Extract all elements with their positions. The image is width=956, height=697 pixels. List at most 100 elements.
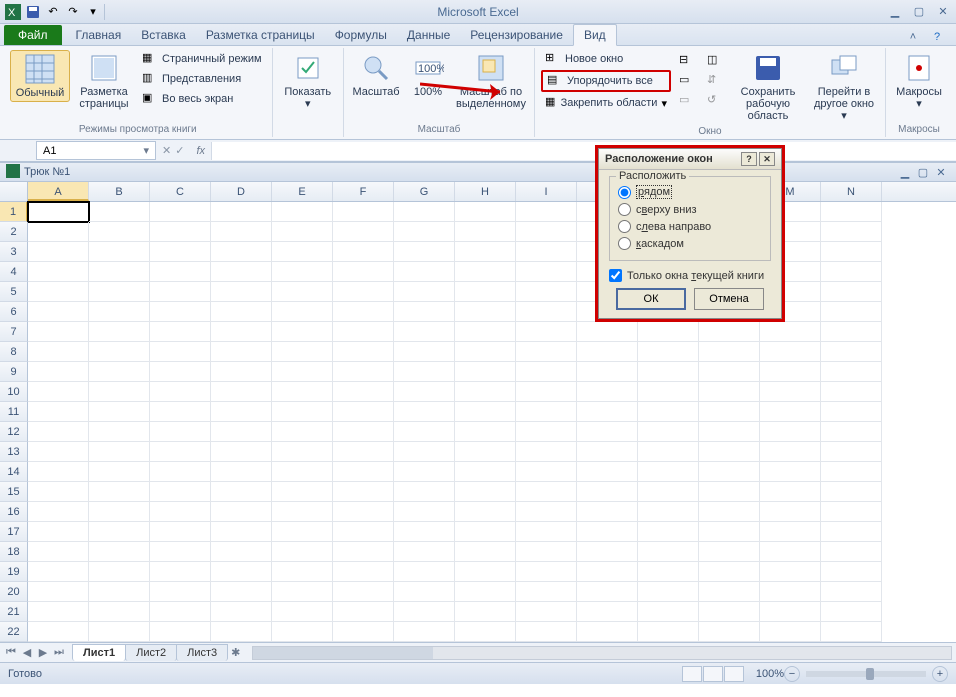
cell[interactable] (516, 562, 577, 582)
cell[interactable] (821, 342, 882, 362)
row-head-2[interactable]: 2 (0, 222, 28, 242)
row-head-11[interactable]: 11 (0, 402, 28, 422)
cell[interactable] (760, 382, 821, 402)
cell[interactable] (577, 382, 638, 402)
cell[interactable] (699, 342, 760, 362)
cell[interactable] (821, 442, 882, 462)
cell[interactable] (211, 482, 272, 502)
row-head-3[interactable]: 3 (0, 242, 28, 262)
cell[interactable] (150, 202, 211, 222)
radio-horizontal[interactable]: сверху вниз (618, 201, 762, 218)
cell[interactable] (28, 342, 89, 362)
cell[interactable] (333, 462, 394, 482)
cell[interactable] (150, 302, 211, 322)
cell[interactable] (394, 462, 455, 482)
row-head-10[interactable]: 10 (0, 382, 28, 402)
zoom-in-icon[interactable]: + (932, 666, 948, 682)
cell[interactable] (577, 402, 638, 422)
cell[interactable] (577, 322, 638, 342)
cell[interactable] (394, 562, 455, 582)
cell[interactable] (455, 322, 516, 342)
cell[interactable] (28, 562, 89, 582)
cell[interactable] (516, 202, 577, 222)
cell[interactable] (150, 362, 211, 382)
tab-page-layout[interactable]: Разметка страницы (196, 25, 325, 45)
cell[interactable] (333, 202, 394, 222)
cell[interactable] (821, 462, 882, 482)
cell[interactable] (455, 202, 516, 222)
cell[interactable] (150, 502, 211, 522)
cell[interactable] (272, 302, 333, 322)
zoom-slider[interactable] (806, 671, 926, 677)
cell[interactable] (272, 462, 333, 482)
cell[interactable] (272, 342, 333, 362)
cell[interactable] (699, 522, 760, 542)
cell[interactable] (28, 262, 89, 282)
cell[interactable] (211, 382, 272, 402)
cell[interactable] (638, 502, 699, 522)
enter-formula-icon[interactable]: ✓ (175, 144, 184, 157)
cell[interactable] (821, 202, 882, 222)
row-head-9[interactable]: 9 (0, 362, 28, 382)
cell[interactable] (28, 602, 89, 622)
cell[interactable] (333, 482, 394, 502)
cell[interactable] (333, 382, 394, 402)
cell[interactable] (577, 602, 638, 622)
redo-icon[interactable]: ↷ (64, 3, 82, 21)
cell[interactable] (760, 602, 821, 622)
tab-review[interactable]: Рецензирование (460, 25, 573, 45)
cell[interactable] (333, 522, 394, 542)
col-head-D[interactable]: D (211, 182, 272, 201)
cell[interactable] (89, 462, 150, 482)
cell[interactable] (455, 422, 516, 442)
cell[interactable] (699, 362, 760, 382)
row-head-16[interactable]: 16 (0, 502, 28, 522)
cell[interactable] (89, 382, 150, 402)
cell[interactable] (211, 302, 272, 322)
side-by-side-button[interactable]: ◫ (703, 52, 727, 70)
cell[interactable] (28, 282, 89, 302)
cell[interactable] (516, 502, 577, 522)
cell[interactable] (455, 582, 516, 602)
cell[interactable] (211, 522, 272, 542)
sheet-tab-1[interactable]: Лист1 (72, 644, 126, 661)
cell[interactable] (333, 262, 394, 282)
cell[interactable] (821, 402, 882, 422)
cell[interactable] (577, 542, 638, 562)
cell[interactable] (760, 622, 821, 642)
cell[interactable] (516, 242, 577, 262)
view-page-break-icon[interactable] (724, 666, 744, 682)
cell[interactable] (272, 282, 333, 302)
cell[interactable] (28, 622, 89, 642)
cell[interactable] (516, 382, 577, 402)
cell[interactable] (89, 342, 150, 362)
freeze-panes-button[interactable]: ▦Закрепить области ▾ (541, 94, 671, 112)
cell[interactable] (760, 582, 821, 602)
cell[interactable] (211, 602, 272, 622)
cell[interactable] (516, 482, 577, 502)
cell[interactable] (211, 542, 272, 562)
row-head-14[interactable]: 14 (0, 462, 28, 482)
file-tab[interactable]: Файл (4, 25, 62, 45)
cell[interactable] (272, 622, 333, 642)
radio-tiled[interactable]: рядом (618, 183, 762, 201)
cell[interactable] (89, 362, 150, 382)
row-head-22[interactable]: 22 (0, 622, 28, 642)
cell[interactable] (150, 522, 211, 542)
sync-scroll-button[interactable]: ⇵ (703, 72, 727, 90)
tab-view[interactable]: Вид (573, 24, 617, 46)
cell[interactable] (821, 322, 882, 342)
reset-pos-button[interactable]: ↺ (703, 92, 727, 110)
cell[interactable] (821, 382, 882, 402)
view-page-layout-icon[interactable] (703, 666, 723, 682)
save-icon[interactable] (24, 3, 42, 21)
row-head-18[interactable]: 18 (0, 542, 28, 562)
cell[interactable] (333, 562, 394, 582)
cell[interactable] (516, 322, 577, 342)
cell[interactable] (455, 222, 516, 242)
cell[interactable] (638, 622, 699, 642)
col-head-C[interactable]: C (150, 182, 211, 201)
cell[interactable] (28, 542, 89, 562)
macros-button[interactable]: Макросы▾ (892, 50, 946, 112)
cell[interactable] (272, 262, 333, 282)
